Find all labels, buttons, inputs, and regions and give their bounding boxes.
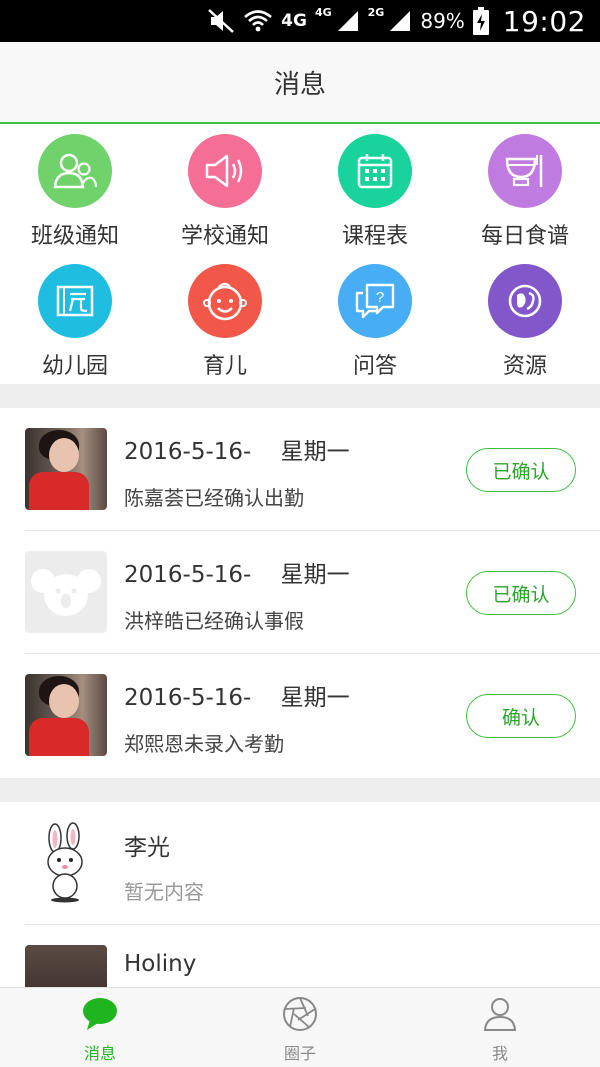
confirmed-button[interactable]: 已确认 <box>466 571 576 615</box>
feature-class-notice[interactable]: 班级通知 <box>0 126 150 252</box>
confirmed-button[interactable]: 已确认 <box>466 448 576 492</box>
network-type: 4G <box>281 11 307 31</box>
class-notice-icon <box>38 134 112 208</box>
feature-kindergarten[interactable]: 幼儿园 <box>0 256 150 382</box>
attendance-item[interactable]: 2016-5-16- 星期一 陈嘉荟已经确认出勤 已确认 <box>0 408 600 531</box>
tab-label: 我 <box>491 1044 508 1063</box>
feature-label: 每日食谱 <box>480 224 569 249</box>
attendance-status: 陈嘉荟已经确认出勤 <box>124 486 304 510</box>
wifi-icon <box>243 6 273 36</box>
attendance-list: 2016-5-16- 星期一 陈嘉荟已经确认出勤 已确认 2016-5-16- … <box>0 408 600 778</box>
feature-resources[interactable]: 资源 <box>450 256 600 382</box>
mute-icon <box>207 6 235 36</box>
message-preview: 暂无内容 <box>124 880 204 904</box>
network-type-sim1: 4G <box>314 6 332 19</box>
koala-placeholder-icon <box>25 551 107 633</box>
speaker-icon <box>188 134 262 208</box>
resource-icon <box>488 264 562 338</box>
tab-messages[interactable]: 消息 <box>0 988 200 1067</box>
status-bar: 4G 4G 2G 89% 19:02 <box>0 0 600 42</box>
section-divider <box>0 778 600 802</box>
feature-grid: 班级通知 学校通知 课程表 每日食谱 幼儿园 育儿 ? 问答 资源 <box>0 126 600 384</box>
battery-level: 89% <box>420 9 465 33</box>
feature-label: 课程表 <box>341 224 408 249</box>
feature-timetable[interactable]: 课程表 <box>300 126 450 252</box>
feature-label: 问答 <box>352 354 397 379</box>
chat-list: 李光 暂无内容 Holiny <box>0 802 600 987</box>
battery-charging-icon <box>472 6 489 36</box>
feature-parenting[interactable]: 育儿 <box>150 256 300 382</box>
feature-label: 资源 <box>502 354 547 379</box>
tab-label: 消息 <box>83 1044 116 1063</box>
feature-school-notice[interactable]: 学校通知 <box>150 126 300 252</box>
attendance-date: 2016-5-16- 星期一 <box>124 562 350 588</box>
bowl-icon <box>488 134 562 208</box>
network-type-sim2: 2G <box>367 6 385 19</box>
page-title: 消息 <box>273 69 326 100</box>
baby-face-icon <box>188 264 262 338</box>
tab-me[interactable]: 我 <box>400 988 600 1067</box>
chat-item[interactable]: 李光 暂无内容 <box>0 802 600 925</box>
feature-label: 学校通知 <box>180 224 269 249</box>
bottom-tab-bar: 消息 圈子 我 <box>0 987 600 1067</box>
feature-qa[interactable]: ? 问答 <box>300 256 450 382</box>
feature-label: 育儿 <box>202 354 247 379</box>
aperture-icon <box>282 996 318 1036</box>
attendance-status: 郑熙恩未录入考勤 <box>124 732 284 756</box>
clock: 19:02 <box>502 4 586 38</box>
kindergarten-icon <box>38 264 112 338</box>
tab-circle[interactable]: 圈子 <box>200 988 400 1067</box>
bunny-avatar-icon <box>25 822 107 904</box>
feature-label: 幼儿园 <box>41 354 108 379</box>
attendance-status: 洪梓皓已经确认事假 <box>124 609 304 633</box>
qa-icon: ? <box>338 264 412 338</box>
contact-name: 李光 <box>124 835 170 861</box>
feature-daily-menu[interactable]: 每日食谱 <box>450 126 600 252</box>
contact-name: Holiny <box>124 951 197 977</box>
calendar-icon <box>338 134 412 208</box>
signal-icon <box>388 6 412 36</box>
child-avatar <box>25 674 107 756</box>
contact-avatar <box>25 945 107 987</box>
app-header: 消息 <box>0 42 600 124</box>
attendance-date: 2016-5-16- 星期一 <box>124 439 350 465</box>
confirm-button[interactable]: 确认 <box>466 694 576 738</box>
attendance-item[interactable]: 2016-5-16- 星期一 郑熙恩未录入考勤 确认 <box>0 654 600 777</box>
chat-bubble-icon <box>81 996 119 1036</box>
attendance-date: 2016-5-16- 星期一 <box>124 685 350 711</box>
person-icon <box>482 996 518 1036</box>
feature-label: 班级通知 <box>30 224 119 249</box>
svg-text:?: ? <box>376 289 384 306</box>
chat-item[interactable]: Holiny <box>0 925 600 987</box>
signal-icon <box>336 6 360 36</box>
attendance-item[interactable]: 2016-5-16- 星期一 洪梓皓已经确认事假 已确认 <box>0 531 600 654</box>
tab-label: 圈子 <box>283 1044 316 1063</box>
child-avatar <box>25 428 107 510</box>
section-divider <box>0 384 600 408</box>
